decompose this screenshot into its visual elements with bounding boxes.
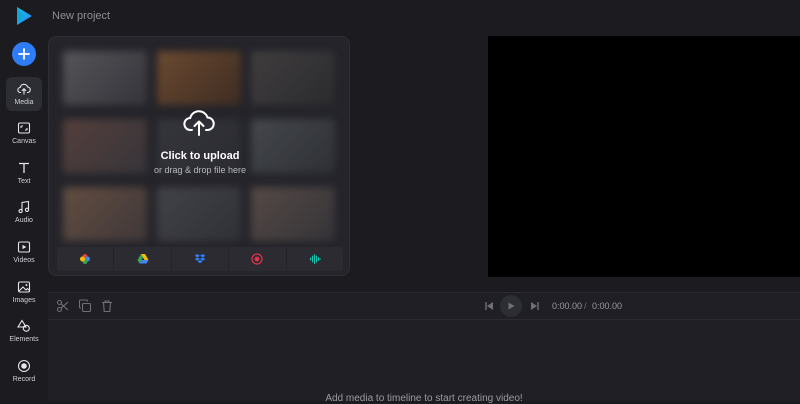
record-screen-button[interactable] [229, 247, 286, 271]
play-icon [508, 302, 515, 310]
sidebar-item-images[interactable]: Images [6, 275, 42, 309]
editor-app: New project Media Canvas Text Audio Vide… [0, 0, 800, 404]
google-drive-icon [137, 254, 149, 264]
dropbox-button[interactable] [171, 247, 229, 271]
sidebar-item-videos[interactable]: Videos [6, 235, 42, 269]
sidebar-item-label: Canvas [12, 138, 36, 145]
duplicate-button[interactable] [78, 299, 92, 313]
video-preview-canvas[interactable] [488, 36, 800, 277]
timeline-toolbar: 0:00.00 / 0:00.00 [48, 293, 800, 320]
total-time: 0:00.00 [592, 301, 623, 311]
timeline-empty-hint: Add media to timeline to start creating … [325, 393, 523, 404]
sidebar-item-label: Record [12, 376, 36, 383]
cloud-upload-icon [17, 83, 31, 95]
music-note-icon [18, 200, 30, 214]
skip-back-icon [485, 302, 493, 310]
trash-icon [102, 300, 112, 313]
cloud-upload-icon [183, 110, 215, 136]
skip-forward-icon [531, 302, 539, 310]
split-button[interactable] [56, 299, 70, 313]
skip-back-button[interactable] [482, 299, 496, 313]
project-name[interactable]: New project [52, 10, 110, 22]
scissors-icon [56, 299, 69, 313]
google-drive-button[interactable] [114, 247, 171, 271]
sidebar-item-label: Audio [15, 217, 33, 224]
video-icon [17, 241, 31, 253]
sidebar-item-label: Images [12, 297, 36, 304]
sidebar-item-elements[interactable]: Elements [6, 314, 42, 348]
timeline: 0:00.00 / 0:00.00 Add media to timeline … [48, 292, 800, 404]
top-bar: New project [0, 0, 800, 32]
sidebar-item-text[interactable]: Text [6, 156, 42, 190]
dropbox-icon [194, 254, 206, 264]
sidebar-item-label: Elements [9, 336, 39, 343]
sidebar-item-audio[interactable]: Audio [6, 195, 42, 229]
upload-subtitle: or drag & drop file here [153, 165, 247, 175]
sidebar-item-label: Text [17, 178, 31, 185]
play-button[interactable] [500, 295, 522, 317]
sidebar-item-media[interactable]: Media [6, 77, 42, 111]
add-button[interactable] [12, 42, 36, 66]
sidebar-item-canvas[interactable]: Canvas [6, 116, 42, 150]
google-photos-icon [80, 254, 91, 264]
media-panel: Click to upload or drag & drop file here [48, 36, 350, 276]
image-icon [17, 281, 31, 293]
upload-drop-zone[interactable]: Click to upload or drag & drop file here [49, 37, 349, 242]
upload-title: Click to upload [160, 150, 240, 162]
app-logo-icon[interactable] [13, 5, 35, 27]
text-icon [19, 162, 29, 173]
delete-button[interactable] [100, 299, 114, 313]
upload-sources-bar [57, 247, 344, 271]
record-icon [17, 359, 31, 373]
canvas-icon [17, 122, 31, 134]
google-photos-button[interactable] [57, 247, 114, 271]
skip-forward-button[interactable] [528, 299, 542, 313]
shapes-icon [17, 319, 30, 332]
copy-icon [78, 299, 92, 313]
audio-wave-icon [309, 253, 321, 265]
record-screen-icon [251, 253, 264, 265]
time-separator: / [584, 301, 587, 311]
current-time: 0:00.00 [552, 301, 583, 311]
sidebar-item-record[interactable]: Record [6, 354, 42, 388]
plus-icon [18, 48, 30, 60]
sidebar-item-label: Media [14, 99, 34, 106]
sidebar: Media Canvas Text Audio Videos Images El… [0, 32, 48, 400]
sidebar-item-label: Videos [13, 257, 35, 264]
audio-recorder-button[interactable] [286, 247, 344, 271]
